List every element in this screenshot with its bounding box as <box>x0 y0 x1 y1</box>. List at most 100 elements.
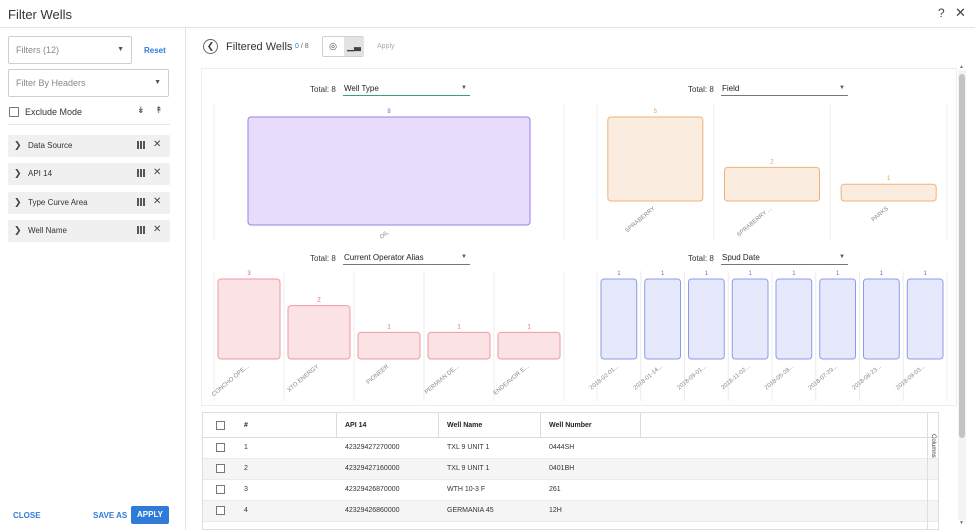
chart-total: Total: 8 <box>310 85 336 94</box>
chart-data-label: 1 <box>748 271 752 277</box>
chevron-right-icon[interactable]: ❯ <box>14 197 22 208</box>
scrollbar-thumb[interactable] <box>959 74 965 438</box>
chart-bar[interactable] <box>840 183 937 202</box>
table-cell: WTH 10-3 F <box>447 486 486 493</box>
chart-bar[interactable] <box>819 278 856 360</box>
charts-area: Total: 8 Well Type ▼ Total: 8 Field ▼ To… <box>201 68 957 406</box>
sidebar-footer: CLOSE SAVE AS APPLY <box>0 502 186 530</box>
row-checkbox[interactable] <box>216 485 225 494</box>
remove-filter-icon[interactable]: ✕ <box>153 167 161 178</box>
chart-bar[interactable] <box>644 278 681 360</box>
column-header[interactable]: Well Number <box>549 422 592 429</box>
chart-header-operator: Total: 8 Current Operator Alias ▼ <box>310 250 480 266</box>
table-cell: GERMANIA 45 <box>447 507 494 514</box>
bar-chart-icon[interactable]: ▁▃ <box>344 37 364 56</box>
scroll-up-icon[interactable]: ▲ <box>959 64 964 70</box>
apply-button[interactable]: APPLY <box>131 506 169 524</box>
chart-field-select[interactable]: Current Operator Alias ▼ <box>343 250 470 265</box>
remove-filter-icon[interactable]: ✕ <box>153 139 161 150</box>
column-header[interactable]: Well Name <box>447 422 482 429</box>
row-checkbox[interactable] <box>216 443 225 452</box>
table-row[interactable]: 2 42329427160000 TXL 9 UNIT 1 0401BH <box>203 459 938 480</box>
main-toolbar: ❮ Filtered Wells 0 / 8 ◎ ▁▃ Apply <box>187 28 975 64</box>
table-cell: 12H <box>549 507 562 514</box>
filter-item-api-14[interactable]: ❯ API 14 ✕ <box>8 163 170 185</box>
filter-by-headers-placeholder: Filter By Headers <box>16 78 86 88</box>
chart-bar[interactable] <box>600 278 638 360</box>
column-divider[interactable] <box>540 413 541 438</box>
reset-button[interactable]: Reset <box>144 46 166 55</box>
columns-icon[interactable] <box>137 169 146 177</box>
save-as-button[interactable]: SAVE AS <box>93 511 127 520</box>
column-divider[interactable] <box>640 413 641 438</box>
back-button[interactable]: ❮ <box>203 39 218 54</box>
column-header[interactable]: # <box>244 422 248 429</box>
filter-item-type-curve-area[interactable]: ❯ Type Curve Area ✕ <box>8 192 170 214</box>
table-cell: 261 <box>549 486 561 493</box>
remove-filter-icon[interactable]: ✕ <box>153 224 161 235</box>
close-icon[interactable]: ✕ <box>955 5 966 21</box>
filter-item-well-name[interactable]: ❯ Well Name ✕ <box>8 220 170 242</box>
scroll-down-icon[interactable]: ▼ <box>959 520 964 526</box>
chevron-right-icon[interactable]: ❯ <box>14 225 22 236</box>
chart-bar[interactable] <box>607 116 704 202</box>
toolbar-apply-button[interactable]: Apply <box>377 43 395 50</box>
table-row[interactable]: 4 42329426860000 GERMANIA 45 12H <box>203 501 938 522</box>
chart-field: 5 SPRABERRY 2 SPRABERRY ... 1 PARKS <box>596 103 948 241</box>
chart-field-select[interactable]: Well Type ▼ <box>343 81 470 96</box>
columns-icon[interactable] <box>137 141 146 149</box>
table-header-row: # API 14 Well Name Well Number <box>203 413 938 438</box>
chart-bar[interactable] <box>287 305 351 360</box>
chevron-right-icon[interactable]: ❯ <box>14 168 22 179</box>
row-checkbox[interactable] <box>216 464 225 473</box>
chart-field-select[interactable]: Spud Date ▼ <box>721 250 848 265</box>
chart-header-field: Total: 8 Field ▼ <box>688 81 858 97</box>
chart-total: Total: 8 <box>688 254 714 263</box>
help-icon[interactable]: ?‍ <box>938 6 945 20</box>
filters-dropdown[interactable]: Filters (12) ▼ <box>8 36 132 64</box>
columns-panel-label[interactable]: Columns <box>930 434 936 458</box>
filter-item-data-source[interactable]: ❯ Data Source ✕ <box>8 135 170 157</box>
main-scrollbar[interactable]: ▲ ▼ <box>958 64 966 526</box>
table-row[interactable]: 3 42329426870000 WTH 10-3 F 261 <box>203 480 938 501</box>
chevron-right-icon[interactable]: ❯ <box>14 140 22 151</box>
remove-filter-icon[interactable]: ✕ <box>153 196 161 207</box>
chevron-down-icon: ▼ <box>461 254 467 260</box>
chart-bar[interactable] <box>427 331 491 360</box>
chart-bar[interactable] <box>357 331 421 360</box>
close-button[interactable]: CLOSE <box>13 511 41 520</box>
table-row[interactable]: 1 42329427270000 TXL 9 UNIT 1 0444SH <box>203 438 938 459</box>
chart-bar[interactable] <box>863 278 900 360</box>
row-checkbox[interactable] <box>216 506 225 515</box>
select-all-checkbox[interactable] <box>216 421 225 430</box>
collapse-all-icon[interactable]: ↟ <box>155 105 163 116</box>
chart-field-select[interactable]: Field ▼ <box>721 81 848 96</box>
chart-tick-label: 2018-07-29... <box>808 364 839 392</box>
chart-bar[interactable] <box>247 116 531 226</box>
chart-bar[interactable] <box>497 331 561 360</box>
column-divider[interactable] <box>438 413 439 438</box>
wells-table: # API 14 Well Name Well Number 1 4232942… <box>202 412 939 530</box>
columns-icon[interactable] <box>137 198 146 206</box>
chart-bar[interactable] <box>906 278 944 360</box>
chart-bar[interactable] <box>217 278 281 360</box>
exclude-mode-row: Exclude Mode ↡ ↟ <box>9 105 169 119</box>
chart-bar[interactable] <box>775 278 813 360</box>
columns-icon[interactable] <box>137 226 146 234</box>
filter-item-label: Data Source <box>28 141 73 150</box>
chart-tick-label: SPRABERRY ... <box>736 206 773 239</box>
exclude-mode-checkbox[interactable] <box>9 107 19 117</box>
chart-bar[interactable] <box>688 278 725 360</box>
chart-bar[interactable] <box>724 166 820 202</box>
columns-side-panel[interactable]: Columns <box>927 412 939 530</box>
filter-item-label: Well Name <box>28 226 67 235</box>
column-header[interactable]: API 14 <box>345 422 366 429</box>
globe-icon[interactable]: ◎ <box>323 37 343 56</box>
window-title: Filter Wells <box>8 7 73 22</box>
filter-by-headers-dropdown[interactable]: Filter By Headers ▼ <box>8 69 169 97</box>
column-divider[interactable] <box>336 413 337 438</box>
chart-bar[interactable] <box>731 278 769 360</box>
chevron-down-icon: ▼ <box>839 85 845 91</box>
chart-data-label: 1 <box>887 176 891 182</box>
expand-all-icon[interactable]: ↡ <box>137 105 145 116</box>
